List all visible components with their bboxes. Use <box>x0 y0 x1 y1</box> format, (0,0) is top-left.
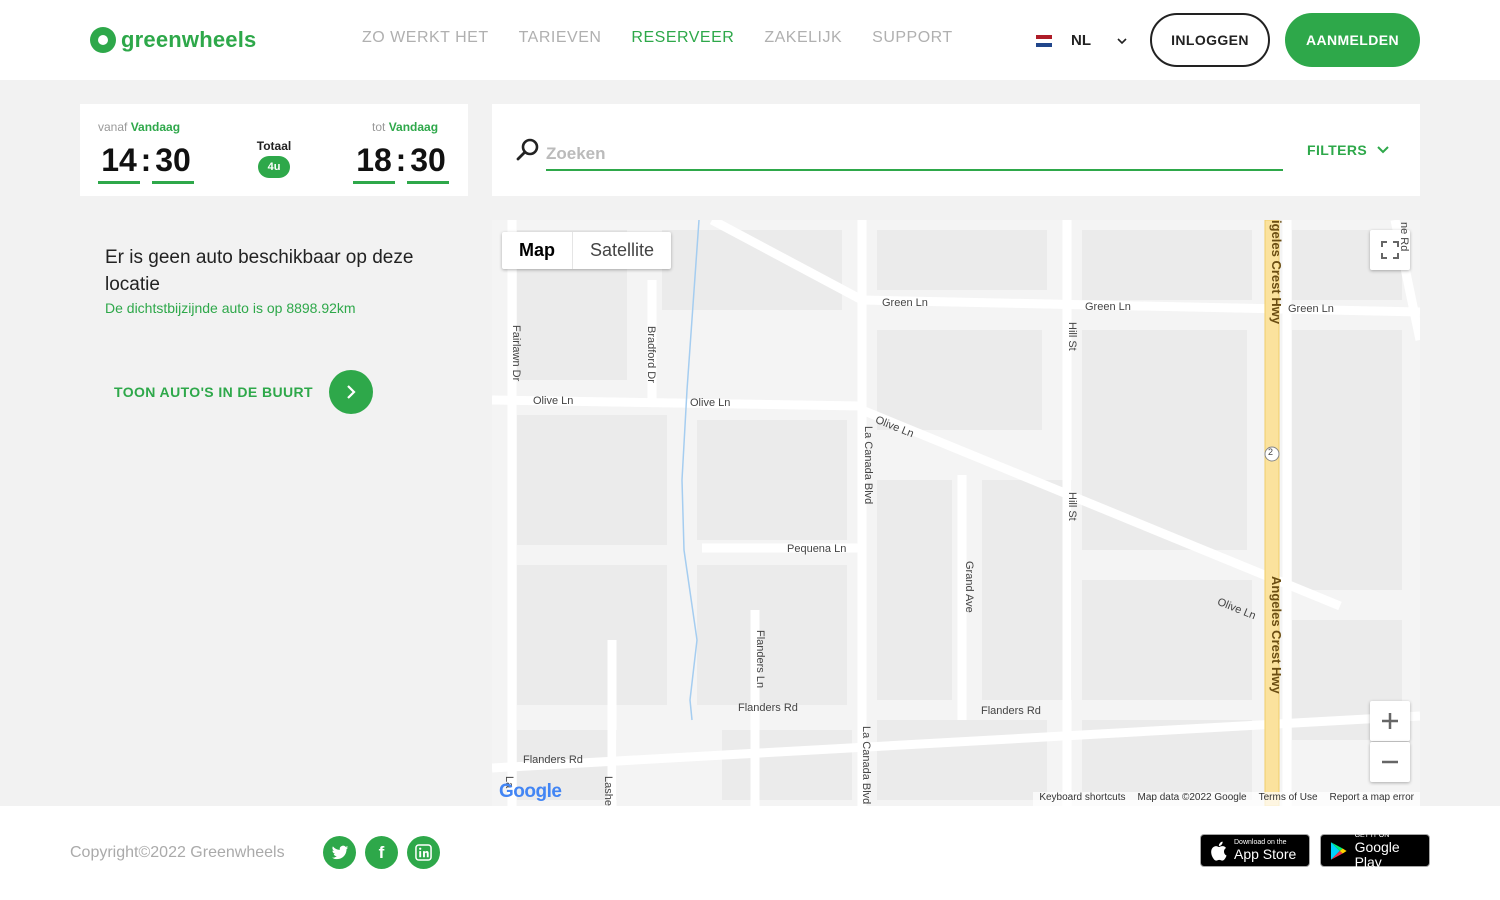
street-label: Hill St <box>1066 492 1078 521</box>
from-time: 14 : 30 <box>98 142 194 184</box>
nav-item-support[interactable]: SUPPORT <box>872 29 953 47</box>
street-label: Grand Ave <box>963 561 975 613</box>
google-logo: Google <box>499 781 562 803</box>
fullscreen-icon <box>1381 241 1399 259</box>
google-play-big: Google Play <box>1354 838 1400 870</box>
site-header: greenwheels ZO WERKT HET TARIEVEN RESERV… <box>0 0 1500 80</box>
linkedin-icon[interactable] <box>407 836 440 869</box>
show-nearby-label: TOON AUTO'S IN DE BUURT <box>114 384 313 400</box>
chevron-down-icon <box>1377 146 1389 154</box>
filters-button[interactable]: FILTERS <box>1307 142 1389 158</box>
greenwheels-logo[interactable]: greenwheels <box>90 26 256 54</box>
to-minutes-input[interactable]: 30 <box>407 142 449 184</box>
total-label: Totaal <box>256 139 292 153</box>
report-map-error-link[interactable]: Report a map error <box>1324 792 1420 806</box>
app-store-badge[interactable]: Download on the App Store <box>1200 834 1310 867</box>
nav-item-tarieven[interactable]: TARIEVEN <box>519 29 602 47</box>
street-label: Olive Ln <box>533 395 574 407</box>
logo-text: greenwheels <box>121 27 257 52</box>
main-nav: ZO WERKT HET TARIEVEN RESERVEER ZAKELIJK… <box>362 29 983 47</box>
map-data-text: Map data ©2022 Google <box>1137 792 1247 803</box>
plus-icon <box>1382 713 1398 729</box>
google-play-icon <box>1330 841 1347 860</box>
login-button[interactable]: INLOGGEN <box>1150 13 1270 67</box>
time-separator: : <box>395 142 407 178</box>
map-type-switcher: Map Satellite <box>502 232 672 269</box>
arrow-right-button[interactable] <box>328 370 373 414</box>
street-label: Lashe <box>602 776 614 806</box>
nav-item-reserveer[interactable]: RESERVEER <box>631 29 734 47</box>
booking-time-panel: vanaf Vandaag 14 : 30 Totaal 4u tot Vand… <box>80 104 468 196</box>
to-hours-input[interactable]: 18 <box>353 142 395 184</box>
street-label: Fairlawn Dr <box>510 325 522 382</box>
street-label: Flanders Ln <box>754 630 766 689</box>
street-label: Green Ln <box>1085 301 1131 313</box>
map-type-satellite[interactable]: Satellite <box>573 232 671 269</box>
keyboard-shortcuts-link[interactable]: Keyboard shortcuts <box>1033 792 1131 806</box>
nav-item-zakelijk[interactable]: ZAKELIJK <box>764 29 842 47</box>
to-prefix: tot <box>372 120 386 134</box>
route-number: 2 <box>1268 447 1274 457</box>
filters-label: FILTERS <box>1307 142 1368 158</box>
from-prefix: vanaf <box>98 120 128 134</box>
street-label: La Canada Blvd <box>860 726 872 805</box>
map-attribution: Keyboard shortcuts Map data ©2022 Google… <box>1033 792 1420 806</box>
street-label: Bradford Dr <box>645 326 657 383</box>
street-label: Green Ln <box>1288 303 1334 315</box>
chevron-right-icon <box>347 385 356 399</box>
from-hours-input[interactable]: 14 <box>98 142 140 184</box>
to-label: tot Vandaag <box>372 120 438 134</box>
nav-item-zo-werkt-het[interactable]: ZO WERKT HET <box>362 29 489 47</box>
map-type-map[interactable]: Map <box>502 232 573 269</box>
facebook-icon[interactable]: f <box>365 836 398 869</box>
logo-icon <box>90 27 116 53</box>
to-day[interactable]: Vandaag <box>389 120 438 134</box>
from-label: vanaf Vandaag <box>98 120 180 134</box>
street-label: Pequena Ln <box>787 543 847 555</box>
street-label: Olive Ln <box>690 397 731 409</box>
street-label: Flanders Rd <box>981 705 1041 717</box>
from-minutes-input[interactable]: 30 <box>152 142 194 184</box>
street-label: ne Rd <box>1398 222 1410 252</box>
time-separator: : <box>140 142 152 178</box>
street-label: Flanders Rd <box>738 702 798 714</box>
language-label: NL <box>1071 32 1091 49</box>
signup-button[interactable]: AANMELDEN <box>1285 13 1420 67</box>
street-label: Flanders Rd <box>523 754 583 766</box>
language-selector[interactable]: NL <box>1036 32 1127 49</box>
zoom-out-button[interactable] <box>1370 742 1410 782</box>
total-badge: 4u <box>258 156 290 178</box>
from-day[interactable]: Vandaag <box>131 120 180 134</box>
zoom-in-button[interactable] <box>1370 701 1410 741</box>
chevron-down-icon <box>1117 37 1127 44</box>
total-duration: Totaal 4u <box>252 139 296 178</box>
copyright-text: Copyright©2022 Greenwheels <box>70 844 285 861</box>
no-car-message: Er is geen auto beschikbaar op deze loca… <box>105 247 414 295</box>
app-store-big: App Store <box>1234 846 1297 862</box>
twitter-icon[interactable] <box>323 836 356 869</box>
google-logo-text: Google <box>499 781 562 802</box>
street-label: Angeles Crest Hwy <box>1269 576 1284 694</box>
to-time: 18 : 30 <box>353 142 449 184</box>
map-view[interactable]: Map Satellite Green Ln Green Ln Green Ln… <box>492 220 1420 806</box>
terms-of-use-link[interactable]: Terms of Use <box>1253 792 1324 806</box>
minus-icon <box>1382 760 1398 764</box>
search-icon <box>516 138 539 161</box>
nearest-car-distance: De dichtstbijzijnde auto is op 8898.92km <box>105 300 356 316</box>
google-play-badge[interactable]: GET IT ON Google Play <box>1320 832 1430 870</box>
street-label: igeles Crest Hwy <box>1269 220 1284 325</box>
apple-icon <box>1211 841 1227 861</box>
search-input[interactable] <box>546 138 1283 171</box>
site-footer: Copyright©2022 Greenwheels f Download on… <box>0 806 1500 900</box>
show-nearby-cars[interactable]: TOON AUTO'S IN DE BUURT <box>114 370 373 414</box>
flag-netherlands-icon <box>1036 34 1052 47</box>
street-label: Green Ln <box>882 297 928 309</box>
street-label: Hill St <box>1066 322 1078 351</box>
street-label: La Canada Blvd <box>862 426 874 505</box>
search-panel: FILTERS <box>492 104 1420 196</box>
